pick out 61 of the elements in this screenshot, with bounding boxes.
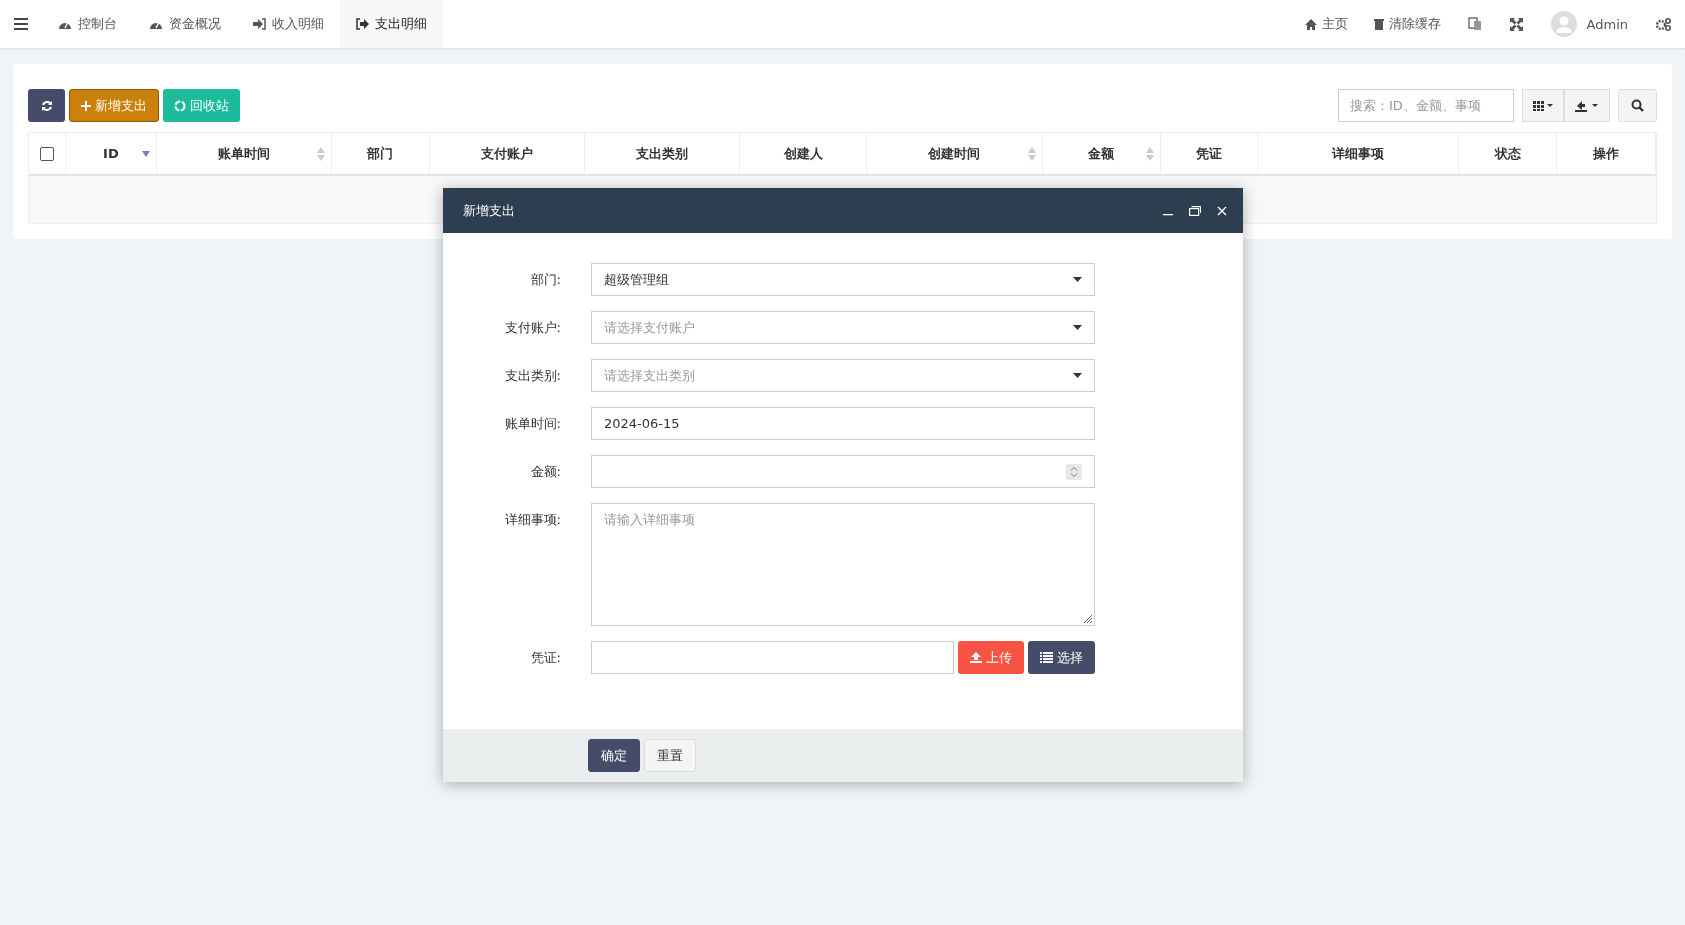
search-button[interactable] bbox=[1618, 89, 1657, 122]
column-header[interactable]: 账单时间 bbox=[217, 144, 270, 163]
upload-icon bbox=[970, 652, 982, 663]
reset-button[interactable]: 重置 bbox=[644, 739, 696, 772]
select-field[interactable]: 超级管理组 bbox=[591, 263, 1095, 296]
trash-icon bbox=[1373, 18, 1384, 30]
caret-icon bbox=[1073, 277, 1082, 282]
column-header: 支付账户 bbox=[480, 144, 533, 163]
list-icon bbox=[1040, 652, 1053, 663]
plus-icon bbox=[81, 100, 91, 111]
nav-tab[interactable]: 支出明细 bbox=[340, 0, 443, 48]
date-field[interactable]: 2024-06-15 bbox=[591, 407, 1095, 440]
nav-tab[interactable]: 资金概况 bbox=[133, 0, 237, 48]
column-header: 部门 bbox=[367, 144, 394, 163]
dialog-title: 新增支出 bbox=[463, 201, 515, 220]
column-header: 凭证 bbox=[1196, 144, 1223, 163]
resize-handle-icon[interactable] bbox=[1082, 613, 1092, 623]
search-icon bbox=[1631, 99, 1644, 112]
maximize-icon[interactable] bbox=[1189, 205, 1201, 216]
caret-icon bbox=[1073, 325, 1082, 330]
field-label: 支付账户: bbox=[503, 318, 562, 337]
number-field[interactable] bbox=[591, 455, 1095, 488]
sign-out-icon bbox=[356, 18, 369, 30]
column-header[interactable]: ID bbox=[103, 146, 119, 161]
home-icon bbox=[1304, 18, 1317, 30]
field-label: 凭证: bbox=[529, 648, 562, 667]
choose-button[interactable]: 选择 bbox=[1028, 641, 1095, 674]
column-header: 支出类别 bbox=[636, 144, 689, 163]
field-label: 金额: bbox=[529, 462, 562, 481]
column-header[interactable]: 金额 bbox=[1088, 144, 1115, 163]
field-label: 账单时间: bbox=[503, 414, 562, 433]
column-header: 详细事项 bbox=[1332, 144, 1385, 163]
column-header: 操作 bbox=[1593, 144, 1620, 163]
field-label: 支出类别: bbox=[503, 366, 562, 385]
nav-link[interactable]: 清除缓存 bbox=[1360, 15, 1454, 33]
user-name[interactable]: Admin bbox=[1586, 16, 1628, 32]
refresh-button[interactable] bbox=[28, 89, 65, 122]
fullscreen-icon[interactable] bbox=[1509, 17, 1523, 31]
gears-icon[interactable] bbox=[1656, 17, 1671, 31]
nav-tab[interactable]: 收入明细 bbox=[237, 0, 340, 48]
export-dropdown-button[interactable] bbox=[1564, 89, 1610, 122]
select-all-checkbox[interactable] bbox=[39, 146, 54, 161]
refresh-icon bbox=[40, 99, 53, 112]
export-caret-icon bbox=[1575, 99, 1599, 112]
column-header: 状态 bbox=[1494, 144, 1521, 163]
nav-tab[interactable]: 控制台 bbox=[42, 0, 133, 48]
column-header: 创建人 bbox=[783, 144, 823, 163]
columns-dropdown-button[interactable] bbox=[1522, 89, 1564, 122]
caret-icon bbox=[1073, 373, 1082, 378]
field-label: 部门: bbox=[529, 270, 562, 289]
grid-caret-icon bbox=[1533, 100, 1553, 111]
sort-descending-icon[interactable] bbox=[141, 150, 150, 157]
field-label: 详细事项: bbox=[503, 511, 562, 529]
column-header[interactable]: 创建时间 bbox=[928, 144, 981, 163]
nav-link[interactable]: 主页 bbox=[1291, 15, 1361, 33]
close-icon[interactable] bbox=[1217, 205, 1227, 216]
translate-icon[interactable] bbox=[1467, 17, 1482, 31]
search-field[interactable]: 搜索：ID、金额、事项 bbox=[1338, 89, 1514, 122]
sign-in-icon bbox=[253, 18, 266, 30]
confirm-button[interactable]: 确定 bbox=[588, 739, 640, 772]
file-path-field[interactable] bbox=[591, 641, 954, 674]
